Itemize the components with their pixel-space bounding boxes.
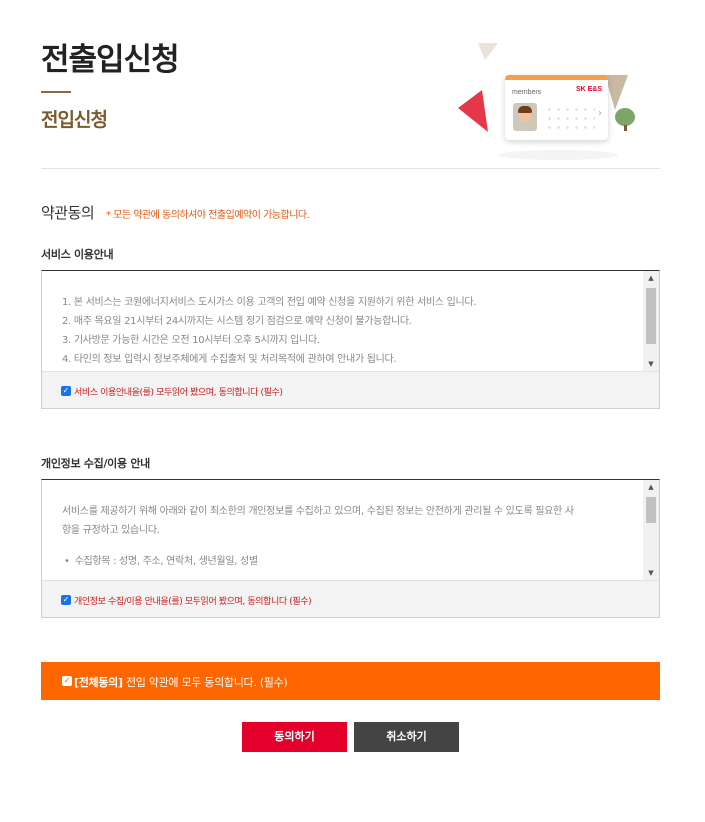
scroll-thumb[interactable] — [646, 288, 656, 344]
cancel-button[interactable]: 취소하기 — [354, 722, 459, 752]
service-terms-scroll-area[interactable]: 1. 본 서비스는 코원에너지서비스 도시가스 이용 고객의 전입 예약 신청을… — [42, 271, 659, 371]
header-illustration: members SK E&S › — [410, 30, 660, 165]
privacy-item-text: 수집항목 : 성명, 주소, 연락처, 생년월일, 성별 — [74, 556, 258, 567]
scroll-down-icon[interactable]: ▼ — [643, 566, 659, 580]
page-title: 전출입신청 — [41, 42, 180, 78]
privacy-terms-box: 서비스를 제공하기 위해 아래와 같이 최소한의 개인정보를 수집하고 있으며,… — [41, 479, 660, 618]
tan-triangle-shape — [605, 75, 628, 110]
service-line: 3. 기사방문 가능한 시간은 오전 10시부터 오후 5시까지 입니다. — [62, 335, 320, 346]
service-terms-text: 1. 본 서비스는 코원에너지서비스 도시가스 이용 고객의 전입 예약 신청을… — [62, 293, 629, 369]
scroll-up-icon[interactable]: ▲ — [643, 480, 659, 494]
privacy-scrollbar[interactable]: ▲ ▼ — [643, 480, 659, 580]
title-underline — [41, 91, 71, 93]
privacy-agree-row: ✓ 개인정보 수집/이용 안내을(를) 모두읽어 봤으며, 동의합니다 (필수) — [42, 580, 659, 617]
scroll-up-icon[interactable]: ▲ — [643, 271, 659, 285]
all-agree-label-bold: [전체동의] — [74, 676, 123, 689]
all-agree-label[interactable]: [전체동의] 전입 약관에 모두 동의합니다. (필수) — [74, 674, 288, 690]
service-agree-row: ✓ 서비스 이용안내을(를) 모두읽어 봤으며, 동의합니다 (필수) — [42, 371, 659, 408]
tree-icon — [615, 108, 635, 126]
agree-button[interactable]: 동의하기 — [242, 722, 347, 752]
privacy-agree-label[interactable]: 개인정보 수집/이용 안내을(를) 모두읽어 봤으며, 동의합니다 (필수) — [74, 594, 312, 607]
terms-heading: 약관동의 — [41, 204, 95, 222]
privacy-item: • 수집항목 : 성명, 주소, 연락처, 생년월일, 성별 — [62, 552, 629, 571]
privacy-terms-scroll-area[interactable]: 서비스를 제공하기 위해 아래와 같이 최소한의 개인정보를 수집하고 있으며,… — [42, 480, 659, 580]
page-subtitle: 전입신청 — [41, 109, 108, 131]
service-line: 1. 본 서비스는 코원에너지서비스 도시가스 이용 고객의 전입 예약 신청을… — [62, 297, 477, 308]
service-agree-checkbox[interactable]: ✓ — [61, 386, 71, 396]
all-agree-checkbox[interactable]: ✓ — [62, 676, 72, 686]
card-dots-pattern — [545, 105, 595, 133]
card-label: members — [512, 89, 542, 96]
scroll-thumb[interactable] — [646, 497, 656, 523]
small-triangle-shape — [478, 43, 498, 60]
privacy-intro-line: 항을 규정하고 있습니다. — [62, 525, 160, 536]
header-divider — [41, 168, 660, 169]
bullet-icon: • — [64, 556, 70, 567]
membership-card: members SK E&S › — [505, 75, 608, 140]
card-brand-logo: SK E&S — [575, 86, 602, 93]
privacy-terms-text: 서비스를 제공하기 위해 아래와 같이 최소한의 개인정보를 수집하고 있으며,… — [62, 502, 629, 571]
terms-notice: * 모든 약관에 동의하셔야 전출입예약이 가능합니다. — [106, 210, 310, 221]
service-line: 2. 매주 목요일 21시부터 24시까지는 시스템 정기 점검으로 예약 신청… — [62, 316, 412, 327]
service-section-title: 서비스 이용안내 — [41, 248, 114, 261]
privacy-agree-checkbox[interactable]: ✓ — [61, 595, 71, 605]
chevron-right-icon: › — [598, 108, 602, 119]
scroll-down-icon[interactable]: ▼ — [643, 357, 659, 371]
red-triangle-shape — [458, 90, 488, 132]
all-agree-bar[interactable]: ✓ [전체동의] 전입 약관에 모두 동의합니다. (필수) — [41, 662, 660, 700]
all-agree-label-text: 전입 약관에 모두 동의합니다. (필수) — [122, 676, 288, 689]
service-line: 4. 타인의 정보 입력시 정보주체에게 수집출처 및 처리목적에 관하여 안내… — [62, 354, 397, 365]
avatar — [513, 103, 537, 131]
privacy-section-title: 개인정보 수집/이용 안내 — [41, 457, 150, 470]
privacy-intro-line: 서비스를 제공하기 위해 아래와 같이 최소한의 개인정보를 수집하고 있으며,… — [62, 506, 574, 517]
service-terms-box: 1. 본 서비스는 코원에너지서비스 도시가스 이용 고객의 전입 예약 신청을… — [41, 270, 660, 409]
service-agree-label[interactable]: 서비스 이용안내을(를) 모두읽어 봤으며, 동의합니다 (필수) — [74, 385, 283, 398]
service-scrollbar[interactable]: ▲ ▼ — [643, 271, 659, 371]
